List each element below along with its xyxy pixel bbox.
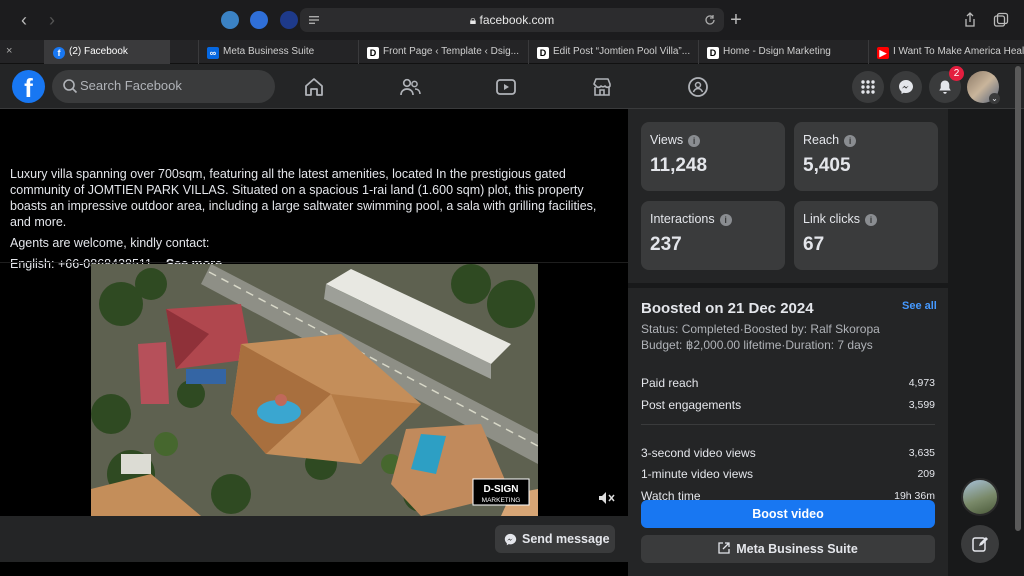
messenger-icon (899, 80, 913, 94)
facebook-header: f (0, 64, 1024, 109)
boost-status: Status: Completed·Boosted by: Ralf Skoro… (641, 322, 880, 336)
info-icon[interactable]: i (719, 214, 732, 226)
boost-video-button[interactable]: Boost video (641, 500, 935, 528)
browser-toolbar: ‹ › 🔒︎ facebook.com + (0, 0, 1024, 40)
divider (641, 424, 935, 425)
stat-label: Reach i (803, 133, 857, 147)
groups-icon[interactable] (687, 76, 709, 98)
section-divider (628, 283, 948, 288)
aerial-villa-image: D-SIGN MARKETING (91, 264, 538, 516)
post-caption: Luxury villa spanning over 700sqm, featu… (10, 166, 620, 277)
tab-edit-post[interactable]: D Edit Post “Jomtien Pool Villa”... (528, 40, 698, 64)
youtube-favicon-icon: ▶ (877, 47, 889, 59)
metric-value: 209 (917, 468, 935, 480)
moon-extension-icon[interactable] (280, 11, 298, 29)
back-arrow-icon[interactable]: ‹ (14, 10, 34, 30)
chevron-down-icon[interactable]: ⌄ (989, 93, 1000, 104)
stat-label: Views i (650, 133, 701, 147)
external-link-icon (718, 542, 730, 554)
info-icon[interactable]: i (844, 135, 857, 147)
metric-label: Post engagements (641, 398, 742, 412)
scrollbar[interactable] (1015, 66, 1021, 531)
stat-card-interactions: Interactions i 237 (641, 201, 785, 270)
info-icon[interactable]: i (864, 214, 877, 226)
tab-home-dsign[interactable]: D Home - Dsign Marketing (698, 40, 868, 64)
tab-overview-icon[interactable] (993, 12, 1009, 28)
stat-value: 237 (650, 234, 682, 255)
compose-icon (972, 537, 988, 552)
meta-business-suite-button[interactable]: Meta Business Suite (641, 535, 935, 563)
stat-value: 11,248 (650, 155, 708, 176)
dsign-favicon-icon: D (707, 47, 719, 59)
reload-icon[interactable] (704, 14, 716, 26)
home-icon[interactable] (303, 76, 325, 98)
stat-label: Link clicks i (803, 212, 877, 226)
metric-value: 4,973 (908, 377, 935, 389)
notification-badge: 2 (949, 66, 964, 81)
extension-icon[interactable] (221, 11, 239, 29)
info-icon[interactable]: i (688, 135, 701, 147)
messenger-button[interactable] (890, 71, 922, 103)
metric-value: 3,599 (908, 399, 935, 411)
watermark-text: D-SIGN (484, 484, 519, 495)
metric-value: 3,635 (908, 447, 935, 459)
menu-button[interactable] (852, 71, 884, 103)
meta-favicon-icon: ∞ (207, 47, 219, 59)
grid-menu-icon (861, 80, 875, 94)
watermark-text: MARKETING (482, 497, 521, 504)
stat-card-link-clicks: Link clicks i 67 (794, 201, 938, 270)
post-video[interactable]: D-SIGN MARKETING (91, 264, 538, 516)
shield-extension-icon[interactable] (250, 11, 268, 29)
meta-business-suite-label: Meta Business Suite (736, 542, 858, 556)
mute-icon[interactable] (597, 489, 615, 507)
video-icon[interactable] (495, 76, 517, 98)
boosted-title: Boosted on 21 Dec 2024 (641, 300, 814, 317)
forward-arrow-icon[interactable]: › (42, 10, 62, 30)
lock-icon: 🔒︎ (469, 13, 480, 27)
chat-head-avatar[interactable] (961, 478, 999, 516)
search-icon (63, 79, 78, 94)
facebook-logo[interactable]: f (12, 70, 45, 103)
address-bar[interactable]: 🔒︎ facebook.com (300, 8, 724, 32)
tab-meta-business-suite[interactable]: ∞ Meta Business Suite (198, 40, 358, 64)
stat-card-reach: Reach i 5,405 (794, 122, 938, 191)
dsign-favicon-icon: D (367, 47, 379, 59)
facebook-favicon-icon: f (53, 47, 65, 59)
stat-value: 5,405 (803, 155, 851, 176)
tab-youtube[interactable]: ▶ I Want To Make America Heal... (868, 40, 1024, 64)
send-message-button[interactable]: Send message (495, 525, 615, 553)
see-all-link[interactable]: See all (902, 300, 937, 312)
friends-icon[interactable] (399, 76, 421, 98)
new-tab-icon[interactable]: + (726, 10, 746, 30)
divider (0, 262, 628, 263)
search-box[interactable] (52, 70, 275, 103)
metric-label: 3-second video views (641, 446, 756, 460)
bell-icon (939, 80, 951, 94)
share-icon[interactable] (962, 12, 978, 28)
stat-card-views: Views i 11,248 (641, 122, 785, 191)
metric-label: Paid reach (641, 376, 699, 390)
caption-paragraph: Agents are welcome, kindly contact: (10, 236, 210, 250)
marketplace-icon[interactable] (591, 76, 613, 98)
dsign-favicon-icon: D (537, 47, 549, 59)
messenger-icon (504, 533, 517, 546)
url-text: 🔒︎ facebook.com (469, 13, 555, 27)
tab-front-page[interactable]: D Front Page ‹ Template ‹ Dsig... (358, 40, 528, 64)
new-message-button[interactable] (961, 525, 999, 563)
search-input[interactable] (80, 78, 260, 93)
send-message-label: Send message (522, 532, 610, 546)
boost-budget: Budget: ฿2,000.00 lifetime·Duration: 7 d… (641, 338, 873, 352)
caption-paragraph: Luxury villa spanning over 700sqm, featu… (10, 167, 597, 229)
stat-value: 67 (803, 234, 825, 255)
tab-facebook[interactable]: f (2) Facebook (44, 40, 170, 64)
stat-label: Interactions i (650, 212, 732, 226)
tab-strip: × f (2) Facebook ∞ Meta Business Suite D Fr… (0, 40, 1024, 64)
metric-label: 1-minute video views (641, 467, 754, 481)
close-tab-icon[interactable]: × (6, 45, 12, 57)
